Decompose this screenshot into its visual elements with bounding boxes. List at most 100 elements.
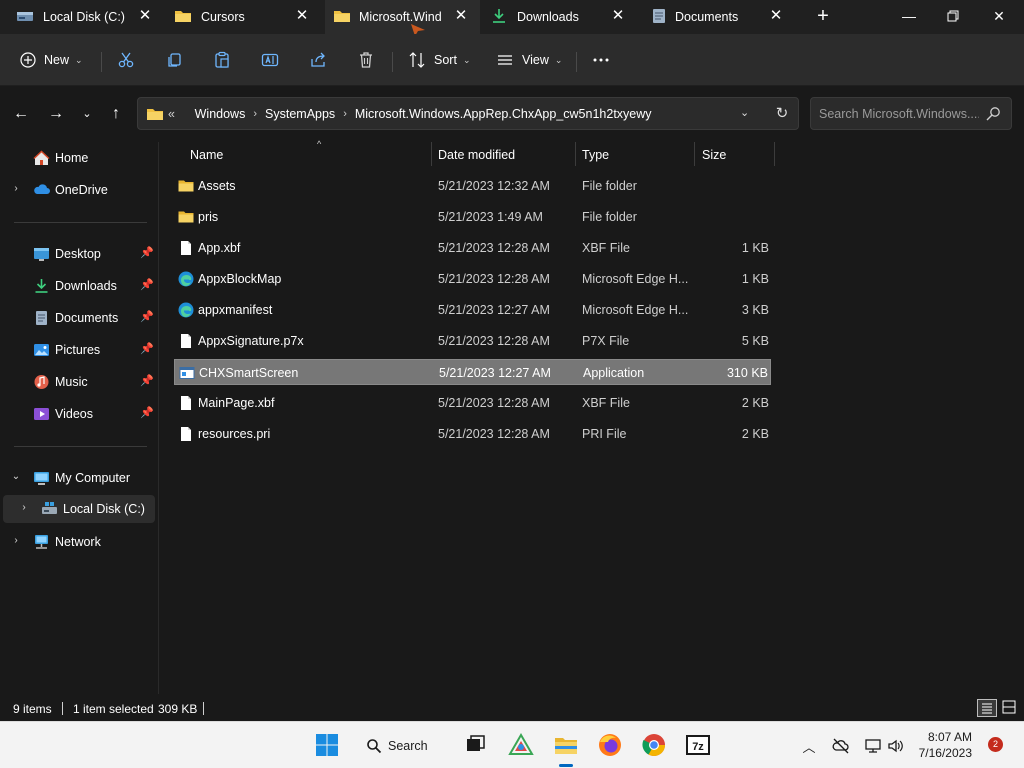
file-name: pris	[198, 210, 219, 224]
sidebar-item-home[interactable]: Home	[0, 144, 156, 172]
chevron-down-icon[interactable]: ⌄	[740, 106, 749, 119]
notification-badge[interactable]: 2	[988, 737, 1003, 752]
close-icon[interactable]: ✕	[766, 6, 786, 26]
volume-icon[interactable]	[887, 737, 905, 755]
chevron-up-icon[interactable]: ︿	[800, 737, 818, 755]
sidebar-item-local-disk[interactable]: › Local Disk (C:)	[3, 495, 155, 523]
sidebar-item-documents[interactable]: Documents 📌	[0, 304, 156, 332]
breadcrumb-windows[interactable]: Windows	[195, 107, 246, 121]
file-row-selected[interactable]: CHXSmartScreen 5/21/2023 12:27 AM Applic…	[174, 359, 771, 385]
more-options-button[interactable]	[592, 46, 610, 74]
delete-button[interactable]	[357, 46, 375, 74]
chevron-right-icon[interactable]: ›	[10, 183, 22, 194]
column-header-name[interactable]: Name ^	[174, 139, 432, 168]
tiles-view-button[interactable]	[1000, 699, 1020, 717]
back-button[interactable]: ←	[10, 104, 32, 124]
cloud-offline-icon[interactable]	[832, 737, 850, 755]
new-tab-button[interactable]: +	[811, 5, 835, 29]
chevron-right-icon[interactable]: ›	[253, 108, 257, 120]
pin-icon[interactable]: 📌	[140, 342, 154, 355]
pin-icon[interactable]: 📌	[140, 406, 154, 419]
file-row[interactable]: MainPage.xbf 5/21/2023 12:28 AM XBF File…	[174, 390, 771, 416]
sidebar-item-pictures[interactable]: Pictures 📌	[0, 336, 156, 364]
chevron-down-icon: ⌄	[75, 54, 83, 65]
sidebar-item-my-computer[interactable]: ⌄ My Computer	[0, 464, 156, 492]
file-row[interactable]: Assets 5/21/2023 12:32 AM File folder	[174, 173, 771, 199]
chevron-right-icon[interactable]: ›	[18, 502, 30, 513]
file-type: File folder	[582, 210, 637, 224]
file-icon	[178, 333, 194, 349]
pin-icon[interactable]: 📌	[140, 310, 154, 323]
close-window-button[interactable]: ✕	[984, 4, 1014, 28]
close-icon[interactable]: ✕	[292, 6, 312, 26]
taskbar-7zip[interactable]: 7z	[685, 732, 711, 758]
pin-icon[interactable]: 📌	[140, 246, 154, 259]
tab-documents[interactable]: Documents ✕	[640, 0, 800, 34]
restore-button[interactable]	[938, 4, 968, 28]
chevron-right-icon[interactable]: ›	[343, 108, 347, 120]
refresh-icon[interactable]: ↻	[772, 104, 792, 124]
sidebar-item-downloads[interactable]: Downloads 📌	[0, 272, 156, 300]
tab-cursors[interactable]: Cursors ✕	[162, 0, 325, 34]
details-view-button[interactable]	[977, 699, 997, 717]
forward-button[interactable]: →	[45, 104, 67, 124]
taskbar-search[interactable]: Search	[366, 733, 428, 759]
search-box[interactable]	[810, 97, 1012, 130]
taskbar-chrome[interactable]	[641, 732, 667, 758]
sidebar-item-videos[interactable]: Videos 📌	[0, 400, 156, 428]
close-icon[interactable]: ✕	[451, 6, 471, 26]
clock[interactable]: 8:07 AM 7/16/2023	[912, 729, 972, 761]
new-button[interactable]: New ⌄	[20, 46, 83, 74]
cut-button[interactable]	[117, 46, 135, 74]
file-row[interactable]: AppxBlockMap 5/21/2023 12:28 AM Microsof…	[174, 266, 771, 292]
breadcrumb-chxapp[interactable]: Microsoft.Windows.AppRep.ChxApp_cw5n1h2t…	[355, 107, 652, 121]
file-row[interactable]: resources.pri 5/21/2023 12:28 AM PRI Fil…	[174, 421, 771, 447]
pin-icon[interactable]: 📌	[140, 374, 154, 387]
breadcrumb-overflow[interactable]: «	[168, 107, 175, 121]
column-label: Type	[582, 148, 610, 162]
column-divider[interactable]	[774, 142, 775, 166]
search-icon[interactable]	[985, 106, 1001, 125]
chevron-down-icon[interactable]: ⌄	[10, 471, 22, 482]
file-row[interactable]: App.xbf 5/21/2023 12:28 AM XBF File 1 KB	[174, 235, 771, 261]
network-icon[interactable]	[864, 737, 882, 755]
close-icon[interactable]: ✕	[608, 6, 628, 26]
search-input[interactable]	[819, 105, 979, 123]
pane-splitter[interactable]	[158, 142, 159, 694]
file-row[interactable]: pris 5/21/2023 1:49 AM File folder	[174, 204, 771, 230]
sidebar-item-music[interactable]: Music 📌	[0, 368, 156, 396]
sort-icon	[409, 52, 425, 68]
taskbar-file-explorer[interactable]	[553, 732, 579, 758]
up-button[interactable]: ↑	[105, 104, 127, 124]
close-icon[interactable]: ✕	[135, 6, 155, 26]
file-row[interactable]: AppxSignature.p7x 5/21/2023 12:28 AM P7X…	[174, 328, 771, 354]
paste-button[interactable]	[213, 46, 231, 74]
column-header-date[interactable]: Date modified	[432, 142, 576, 168]
rename-button[interactable]	[261, 46, 279, 74]
minimize-button[interactable]: —	[894, 4, 924, 28]
column-header-type[interactable]: Type	[576, 142, 694, 168]
breadcrumb-systemapps[interactable]: SystemApps	[265, 107, 335, 121]
taskbar-firefox[interactable]	[597, 732, 623, 758]
address-bar[interactable]: « › Windows › SystemApps › Microsoft.Win…	[137, 97, 799, 130]
start-button[interactable]	[314, 732, 340, 758]
file-row[interactable]: appxmanifest 5/21/2023 12:27 AM Microsof…	[174, 297, 771, 323]
view-button[interactable]: View ⌄	[496, 46, 562, 74]
taskbar-app-tool[interactable]	[508, 732, 534, 758]
sidebar-item-onedrive[interactable]: › OneDrive	[0, 176, 156, 204]
tab-downloads[interactable]: Downloads ✕	[480, 0, 640, 34]
copy-button[interactable]	[165, 46, 183, 74]
tab-chxapp[interactable]: Microsoft.Windows.AppRep.ChxApp_cw5n1h2t…	[325, 0, 480, 36]
chevron-right-icon[interactable]: ›	[10, 535, 22, 546]
tab-local-disk[interactable]: Local Disk (C:) ✕	[0, 0, 162, 34]
sort-button[interactable]: Sort ⌄	[408, 46, 470, 74]
more-icon	[593, 58, 609, 62]
task-view-button[interactable]	[462, 732, 488, 758]
column-header-size[interactable]: Size	[695, 142, 775, 168]
share-button[interactable]	[309, 46, 327, 74]
pin-icon[interactable]: 📌	[140, 278, 154, 291]
sidebar-item-network[interactable]: › Network	[0, 528, 156, 556]
sidebar-item-desktop[interactable]: Desktop 📌	[0, 240, 156, 268]
tab-label: Microsoft.Windows.AppRep.ChxApp_cw5n1h2t…	[359, 10, 441, 24]
recent-locations-button[interactable]: ⌄	[76, 104, 98, 124]
